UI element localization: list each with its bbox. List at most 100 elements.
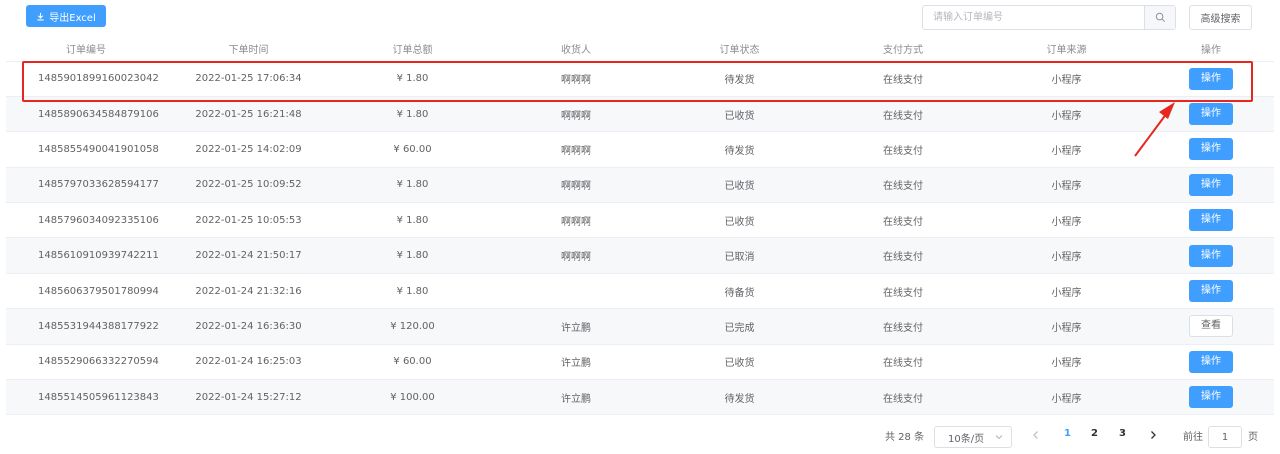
order-amount-cell: ¥ 1.80 <box>331 167 494 204</box>
order-status-cell: 已收货 <box>658 96 821 133</box>
action-cell: 操作 <box>1148 61 1274 97</box>
order-search-input[interactable] <box>923 6 1144 29</box>
column-header-status[interactable]: 订单状态 <box>658 37 821 62</box>
operate-button[interactable]: 操作 <box>1189 67 1233 90</box>
order-time-cell: 2022-01-24 21:32:16 <box>166 273 331 310</box>
receiver-cell: 啊啊啊 <box>494 131 658 168</box>
page-size-select[interactable]: 10条/页 <box>934 426 1012 448</box>
payment-method-cell: 在线支付 <box>821 202 985 239</box>
operate-button[interactable]: 操作 <box>1189 173 1233 196</box>
chevron-right-icon[interactable] <box>1146 428 1160 442</box>
payment-method-cell: 在线支付 <box>821 61 985 97</box>
order-source-cell: 小程序 <box>985 167 1148 204</box>
toolbar: 导出Excel 高级搜索 <box>0 0 1280 36</box>
order-amount-cell: ¥ 1.80 <box>331 237 494 274</box>
order-source-cell: 小程序 <box>985 237 1148 274</box>
export-excel-button[interactable]: 导出Excel <box>26 5 106 27</box>
column-header-source[interactable]: 订单来源 <box>985 37 1148 62</box>
order-no-cell: 1485796034092335106 <box>6 202 166 239</box>
order-amount-cell: ¥ 1.80 <box>331 61 494 97</box>
page-number-1[interactable]: 1 <box>1064 428 1071 439</box>
payment-method-cell: 在线支付 <box>821 237 985 274</box>
page-unit-label: 页 <box>1248 432 1258 443</box>
order-amount-cell: ¥ 1.80 <box>331 96 494 133</box>
search-icon <box>1155 12 1165 22</box>
order-time-cell: 2022-01-24 16:25:03 <box>166 344 331 381</box>
order-status-cell: 已取消 <box>658 237 821 274</box>
order-status-cell: 已完成 <box>658 308 821 345</box>
action-cell: 操作 <box>1148 344 1274 381</box>
action-cell: 操作 <box>1148 379 1274 416</box>
table-row[interactable]: 1485855490041901058 2022-01-25 14:02:09 … <box>6 131 1274 168</box>
operate-button[interactable]: 操作 <box>1189 350 1233 373</box>
order-source-cell: 小程序 <box>985 273 1148 310</box>
order-time-cell: 2022-01-24 21:50:17 <box>166 237 331 274</box>
payment-method-cell: 在线支付 <box>821 96 985 133</box>
receiver-cell: 啊啊啊 <box>494 237 658 274</box>
page-number-3[interactable]: 3 <box>1119 428 1126 439</box>
order-time-cell: 2022-01-25 17:06:34 <box>166 61 331 97</box>
payment-method-cell: 在线支付 <box>821 273 985 310</box>
receiver-cell: 啊啊啊 <box>494 61 658 97</box>
payment-method-cell: 在线支付 <box>821 167 985 204</box>
action-cell: 操作 <box>1148 96 1274 133</box>
order-amount-cell: ¥ 100.00 <box>331 379 494 416</box>
receiver-cell: 啊啊啊 <box>494 167 658 204</box>
page-number-2[interactable]: 2 <box>1091 428 1098 439</box>
order-no-cell: 1485529066332270594 <box>6 344 166 381</box>
action-cell: 操作 <box>1148 237 1274 274</box>
order-status-cell: 已收货 <box>658 344 821 381</box>
order-status-cell: 待发货 <box>658 61 821 97</box>
table-row[interactable]: 1485797033628594177 2022-01-25 10:09:52 … <box>6 167 1274 204</box>
order-time-cell: 2022-01-25 10:09:52 <box>166 167 331 204</box>
chevron-left-icon[interactable] <box>1029 428 1043 442</box>
order-time-cell: 2022-01-24 16:36:30 <box>166 308 331 345</box>
column-header-amount[interactable]: 订单总额 <box>331 37 494 62</box>
operate-button[interactable]: 操作 <box>1189 103 1233 126</box>
order-source-cell: 小程序 <box>985 379 1148 416</box>
order-source-cell: 小程序 <box>985 96 1148 133</box>
goto-page-input[interactable] <box>1208 426 1242 448</box>
receiver-cell: 啊啊啊 <box>494 202 658 239</box>
action-cell: 操作 <box>1148 273 1274 310</box>
table-row[interactable]: 1485890634584879106 2022-01-25 16:21:48 … <box>6 96 1274 133</box>
order-status-cell: 已收货 <box>658 167 821 204</box>
table-row[interactable]: 1485796034092335106 2022-01-25 10:05:53 … <box>6 202 1274 239</box>
order-amount-cell: ¥ 1.80 <box>331 202 494 239</box>
pagination-total: 共 28 条 <box>885 432 925 443</box>
receiver-cell: 许立鹏 <box>494 308 658 345</box>
order-status-cell: 已收货 <box>658 202 821 239</box>
column-header-receiver[interactable]: 收货人 <box>494 37 658 62</box>
order-no-cell: 1485606379501780994 <box>6 273 166 310</box>
table-row[interactable]: 1485529066332270594 2022-01-24 16:25:03 … <box>6 344 1274 381</box>
order-no-cell: 1485514505961123843 <box>6 379 166 416</box>
order-source-cell: 小程序 <box>985 131 1148 168</box>
action-cell: 操作 <box>1148 202 1274 239</box>
table-row[interactable]: 1485531944388177922 2022-01-24 16:36:30 … <box>6 308 1274 345</box>
operate-button[interactable]: 操作 <box>1189 386 1233 409</box>
operate-button[interactable]: 操作 <box>1189 209 1233 232</box>
order-source-cell: 小程序 <box>985 61 1148 97</box>
payment-method-cell: 在线支付 <box>821 131 985 168</box>
operate-button[interactable]: 操作 <box>1189 280 1233 303</box>
receiver-cell <box>494 273 658 310</box>
table-row[interactable]: 1485610910939742211 2022-01-24 21:50:17 … <box>6 237 1274 274</box>
column-header-order-time[interactable]: 下单时间 <box>166 37 331 62</box>
table-row[interactable]: 1485901899160023042 2022-01-25 17:06:34 … <box>6 61 1274 97</box>
receiver-cell: 啊啊啊 <box>494 96 658 133</box>
column-header-payment[interactable]: 支付方式 <box>821 37 985 62</box>
table-row[interactable]: 1485514505961123843 2022-01-24 15:27:12 … <box>6 379 1274 416</box>
advanced-search-button[interactable]: 高级搜索 <box>1189 5 1252 30</box>
search-button[interactable] <box>1144 6 1175 29</box>
action-cell: 查看 <box>1148 308 1274 345</box>
operate-button[interactable]: 操作 <box>1189 138 1233 161</box>
order-no-cell: 1485531944388177922 <box>6 308 166 345</box>
view-button[interactable]: 查看 <box>1189 315 1233 338</box>
column-header-order-no[interactable]: 订单编号 <box>6 37 166 62</box>
order-search <box>922 5 1176 30</box>
table-row[interactable]: 1485606379501780994 2022-01-24 21:32:16 … <box>6 273 1274 310</box>
order-status-cell: 待备货 <box>658 273 821 310</box>
table-header-row: 订单编号 下单时间 订单总额 收货人 订单状态 支付方式 订单来源 操作 <box>6 37 1274 62</box>
operate-button[interactable]: 操作 <box>1189 244 1233 267</box>
order-source-cell: 小程序 <box>985 308 1148 345</box>
